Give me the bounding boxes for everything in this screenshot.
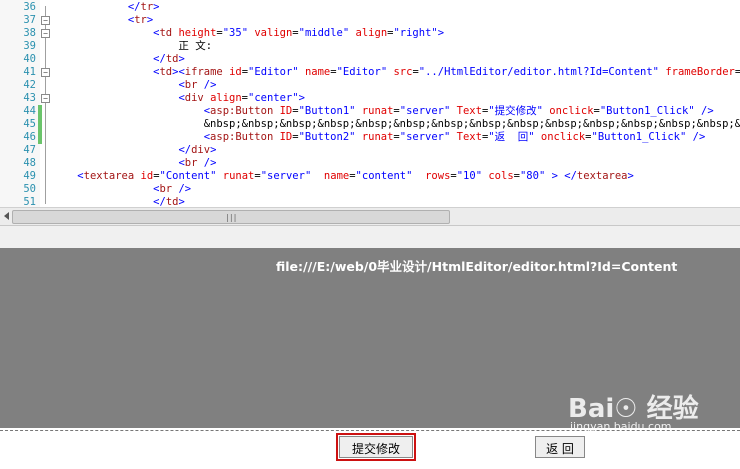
code-line[interactable]: 44 <asp:Button ID="Button1" runat="serve… — [0, 105, 740, 118]
code-text: &nbsp;&nbsp;&nbsp;&nbsp;&nbsp;&nbsp;&nbs… — [203, 118, 740, 130]
line-number: 36 — [23, 1, 36, 13]
line-number: 51 — [23, 196, 36, 207]
line-number: 39 — [23, 40, 36, 52]
code-text: </tr> — [127, 1, 160, 13]
collapse-icon[interactable]: − — [41, 94, 50, 103]
code-line[interactable]: 46 <asp:Button ID="Button2" runat="serve… — [0, 131, 740, 144]
code-line[interactable]: 51 </td> — [0, 196, 740, 207]
line-number: 48 — [23, 157, 36, 169]
change-marker — [38, 118, 42, 131]
code-line[interactable]: 41− <td><iframe id="Editor" name="Editor… — [0, 66, 740, 79]
code-text: </td> — [153, 53, 185, 65]
code-text: <div align="center"> — [178, 92, 305, 104]
line-number: 44 — [23, 105, 36, 117]
code-line[interactable]: 48 <br /> — [0, 157, 740, 170]
line-number: 40 — [23, 53, 36, 65]
code-line[interactable]: 47 </div> — [0, 144, 740, 157]
code-line[interactable]: 49 <textarea id="Content" runat="server"… — [0, 170, 740, 183]
line-number: 37 — [23, 14, 36, 26]
code-text: <asp:Button ID="Button1" runat="server" … — [203, 105, 714, 117]
line-number: 43 — [23, 92, 36, 104]
watermark-url: jingyan.baidu.com — [570, 420, 672, 433]
iframe-source-url: file:///E:/web/0毕业设计/HtmlEditor/editor.h… — [276, 259, 678, 274]
pane-separator[interactable] — [0, 226, 740, 249]
code-text: <td height="35" valign="middle" align="r… — [153, 27, 445, 39]
scroll-left-arrow-icon[interactable] — [4, 212, 9, 220]
line-number: 42 — [23, 79, 36, 91]
collapse-icon[interactable]: − — [41, 68, 50, 77]
submit-edit-button[interactable]: 提交修改 — [336, 433, 416, 461]
code-text: </div> — [178, 144, 217, 156]
line-number: 50 — [23, 183, 36, 195]
code-line[interactable]: 50 <br /> — [0, 183, 740, 196]
collapse-icon[interactable]: − — [41, 16, 50, 25]
change-marker — [38, 105, 42, 118]
code-text: </td> — [153, 196, 185, 207]
code-text: <br /> — [178, 79, 217, 91]
line-number: 46 — [23, 131, 36, 143]
code-line[interactable]: 37− <tr> — [0, 14, 740, 27]
code-text: <textarea id="Content" runat="server" na… — [77, 170, 634, 182]
code-text: <asp:Button ID="Button2" runat="server" … — [203, 131, 706, 143]
line-number: 38 — [23, 27, 36, 39]
code-line[interactable]: 43− <div align="center"> — [0, 92, 740, 105]
code-text: <br /> — [178, 157, 217, 169]
horizontal-scrollbar[interactable]: ||| — [0, 207, 740, 226]
code-text: <br /> — [153, 183, 192, 195]
change-marker — [38, 131, 42, 144]
line-number: 47 — [23, 144, 36, 156]
line-number: 49 — [23, 170, 36, 182]
line-number: 45 — [23, 118, 36, 130]
code-line[interactable]: 38− <td height="35" valign="middle" alig… — [0, 27, 740, 40]
code-line[interactable]: 45 &nbsp;&nbsp;&nbsp;&nbsp;&nbsp;&nbsp;&… — [0, 118, 740, 131]
code-line[interactable]: 39 正 文: — [0, 40, 740, 53]
code-editor[interactable]: 36 </tr> 37− <tr> 38− <td height="35" vali… — [0, 0, 740, 207]
code-text: 正 文: — [52, 40, 213, 52]
code-text: <tr> — [127, 14, 154, 26]
line-number: 41 — [23, 66, 36, 78]
scrollbar-thumb[interactable]: ||| — [12, 210, 450, 224]
baidu-jingyan-watermark: Bai☉ 经验 jingyan.baidu.com — [568, 384, 740, 438]
back-button[interactable]: 返 回 — [535, 436, 585, 458]
code-line[interactable]: 40 </td> — [0, 53, 740, 66]
code-text: <td><iframe id="Editor" name="Editor" sr… — [153, 66, 740, 78]
scrollbar-grip-icon: ||| — [225, 213, 237, 222]
code-line[interactable]: 36 </tr> — [0, 1, 740, 14]
code-line[interactable]: 42 <br /> — [0, 79, 740, 92]
collapse-icon[interactable]: − — [41, 29, 50, 38]
